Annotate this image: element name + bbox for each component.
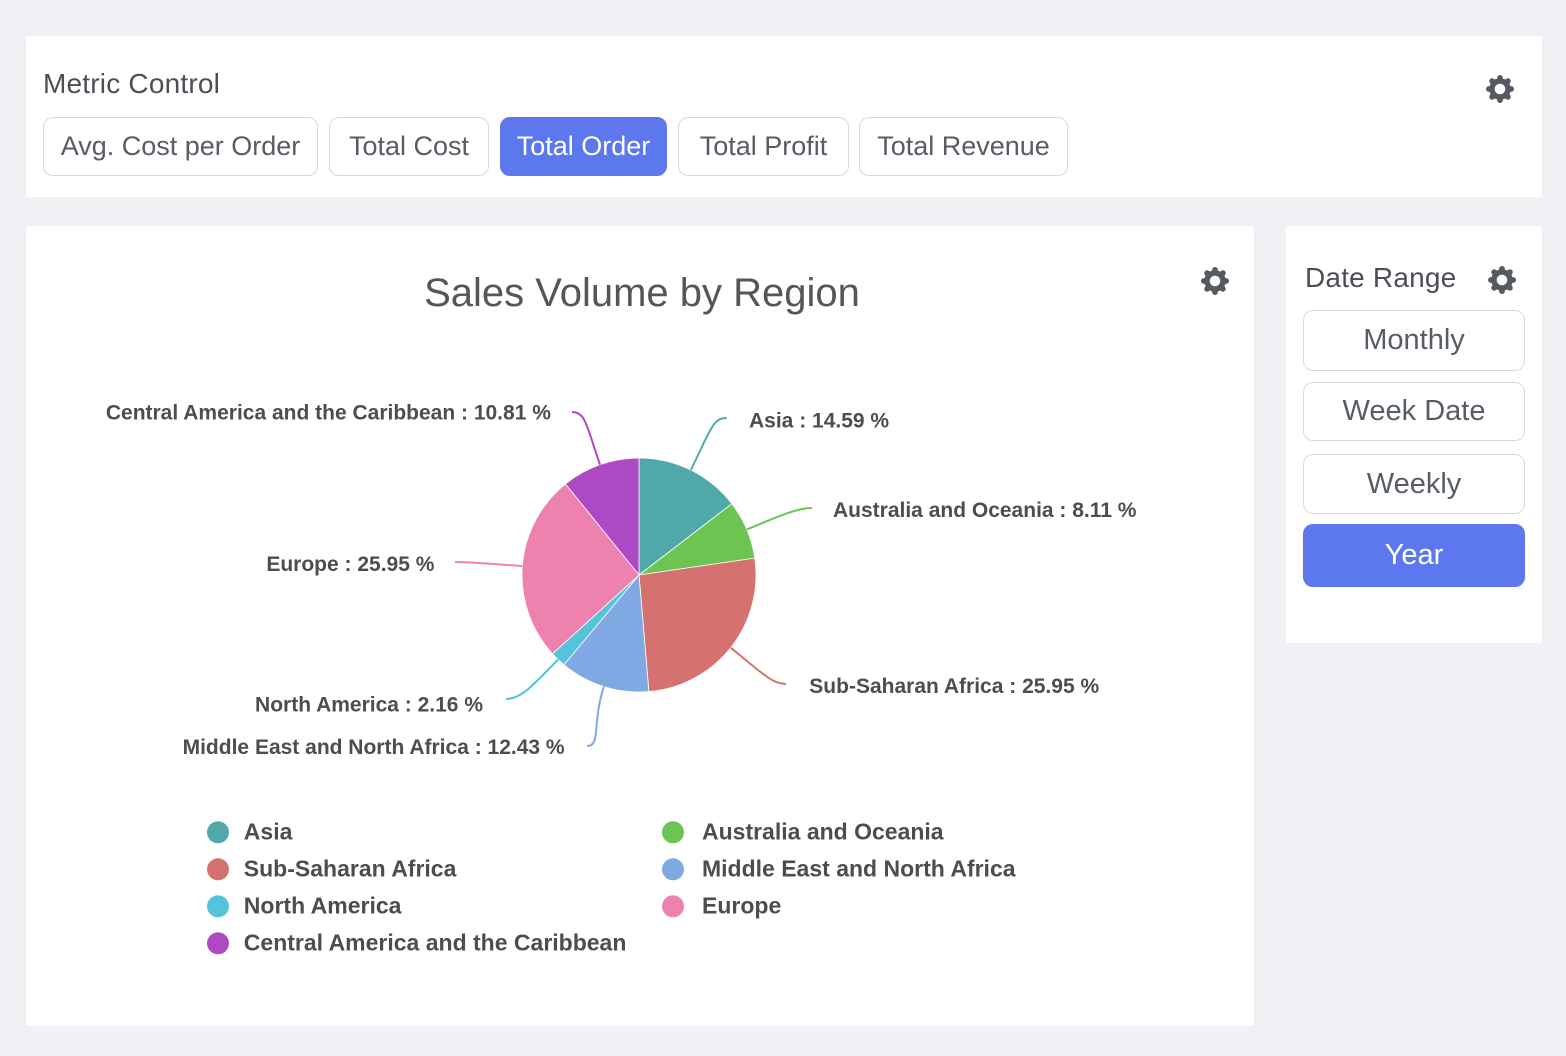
svg-text:Asia : 14.59 %: Asia : 14.59 % [749, 410, 889, 433]
svg-text:Central America and the Caribb: Central America and the Caribbean [244, 929, 627, 955]
svg-text:Europe : 25.95 %: Europe : 25.95 % [266, 553, 434, 576]
svg-text:Central America and the Caribb: Central America and the Caribbean : 10.8… [106, 401, 551, 424]
svg-text:Asia: Asia [244, 818, 293, 844]
svg-text:North America : 2.16 %: North America : 2.16 % [255, 694, 483, 717]
svg-text:Middle East and North Africa: Middle East and North Africa [702, 855, 1016, 881]
svg-text:Australia and Oceania: Australia and Oceania [702, 818, 944, 844]
svg-text:Sub-Saharan Africa: Sub-Saharan Africa [244, 855, 457, 881]
svg-text:Sub-Saharan Africa : 25.95 %: Sub-Saharan Africa : 25.95 % [809, 675, 1099, 698]
svg-text:Australia and Oceania : 8.11 %: Australia and Oceania : 8.11 % [833, 499, 1137, 522]
svg-text:Middle East and North Africa :: Middle East and North Africa : 12.43 % [183, 736, 565, 759]
svg-text:North America: North America [244, 892, 402, 918]
svg-text:Europe: Europe [702, 892, 781, 918]
